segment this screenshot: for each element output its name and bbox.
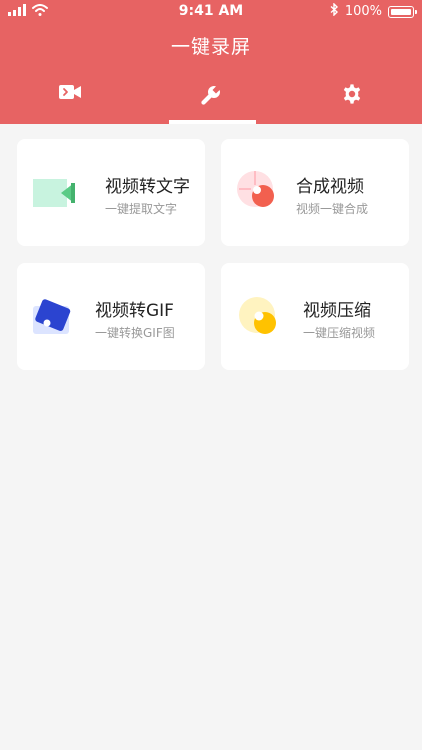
battery-percent: 100%	[344, 4, 382, 19]
tool-card-video-to-gif[interactable]: 视频转GIF 一键转换GIF图	[17, 263, 205, 370]
card-title: 视频压缩	[303, 301, 371, 321]
tab-bar	[0, 80, 422, 124]
bluetooth-icon	[330, 2, 339, 20]
gear-icon	[341, 83, 363, 109]
page-title: 一键录屏	[170, 36, 251, 58]
merge-video-icon	[235, 169, 285, 217]
wrench-icon	[199, 83, 223, 111]
compress-video-icon	[235, 293, 285, 341]
status-right: 100%	[330, 2, 417, 20]
card-title: 合成视频	[296, 177, 364, 197]
tool-card-compress-video[interactable]: 视频压缩 一键压缩视频	[221, 263, 409, 370]
video-icon	[58, 83, 82, 105]
card-subtitle: 一键压缩视频	[303, 326, 376, 340]
card-subtitle: 视频一键合成	[296, 202, 369, 216]
battery-icon	[388, 5, 417, 18]
video-to-gif-icon	[31, 293, 81, 341]
tab-recording[interactable]	[0, 80, 140, 124]
tool-card-video-to-text[interactable]: 视频转文字 一键提取文字	[17, 139, 205, 246]
card-subtitle: 一键转换GIF图	[95, 326, 175, 340]
app-header: 9:41 AM 100% 一键录屏	[0, 0, 422, 124]
card-title: 视频转GIF	[95, 301, 174, 321]
card-title: 视频转文字	[105, 177, 190, 197]
video-to-text-icon	[31, 169, 81, 217]
tab-settings[interactable]	[282, 80, 422, 124]
active-tab-indicator	[169, 120, 256, 124]
tool-card-merge-video[interactable]: 合成视频 视频一键合成	[221, 139, 409, 246]
card-subtitle: 一键提取文字	[105, 202, 178, 216]
status-bar: 9:41 AM 100%	[0, 0, 422, 24]
tab-tools[interactable]	[141, 80, 281, 124]
